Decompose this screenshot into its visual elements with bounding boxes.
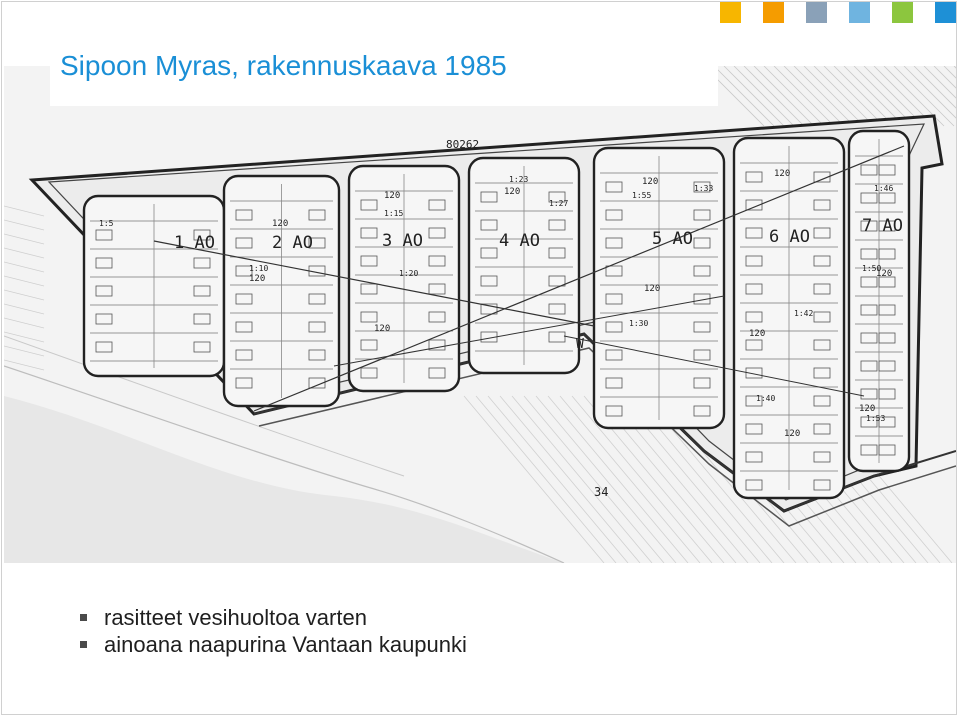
- zoning-map-image: 1 AO 2 AO 3 AO 4 AO 5 AO 6 AO 7 AO 80262 34 W 120 1…: [4, 66, 956, 563]
- accent-square: [849, 2, 870, 23]
- block-label: 6 AO: [769, 227, 810, 247]
- efficiency-ratio-label: 1:33: [694, 184, 713, 193]
- water-label: W: [576, 337, 584, 352]
- efficiency-ratio-label: 1:23: [509, 175, 528, 184]
- bullet-text: ainoana naapurina Vantaan kaupunki: [104, 632, 467, 657]
- accent-square: [763, 2, 784, 23]
- plot-area-label: 120: [644, 284, 660, 294]
- plot-area-label: 120: [384, 191, 400, 201]
- accent-squares: [720, 2, 956, 23]
- bullet-square-icon: [80, 614, 87, 621]
- efficiency-ratio-label: 1:55: [632, 191, 651, 200]
- block-label: 7 AO: [862, 216, 903, 236]
- accent-square: [806, 2, 827, 23]
- plot-area-label: 120: [749, 329, 765, 339]
- block-label: 2 AO: [272, 233, 313, 253]
- plot-area-label: 120: [784, 429, 800, 439]
- block-label: 5 AO: [652, 229, 693, 249]
- efficiency-ratio-label: 1:5: [99, 219, 114, 228]
- efficiency-ratio-label: 1:53: [866, 414, 885, 423]
- plot-area-label: 120: [642, 177, 658, 187]
- efficiency-ratio-label: 1:46: [874, 184, 893, 193]
- efficiency-ratio-label: 1:40: [756, 394, 775, 403]
- slide-title: Sipoon Myras, rakennuskaava 1985: [60, 50, 507, 81]
- bullet-item: rasitteet vesihuoltoa varten: [80, 604, 467, 631]
- efficiency-ratio-label: 1:15: [384, 209, 403, 218]
- zoning-map-drawing: 1 AO 2 AO 3 AO 4 AO 5 AO 6 AO7 AO8026234W1201…: [4, 66, 956, 563]
- accent-square: [720, 2, 741, 23]
- accent-square: [935, 2, 956, 23]
- bullet-square-icon: [80, 641, 87, 648]
- plot-area-label: 120: [272, 219, 288, 229]
- bullet-item: ainoana naapurina Vantaan kaupunki: [80, 631, 467, 658]
- efficiency-ratio-label: 1:50: [862, 264, 881, 273]
- block-label: 4 AO: [499, 231, 540, 251]
- bullet-list: rasitteet vesihuoltoa varten ainoana naa…: [80, 604, 467, 658]
- accent-square: [892, 2, 913, 23]
- elevation-label: 34: [594, 485, 608, 499]
- efficiency-ratio-label: 1:10: [249, 264, 268, 273]
- road-label: 80262: [446, 138, 479, 151]
- plot-area-label: 120: [504, 187, 520, 197]
- efficiency-ratio-label: 1:30: [629, 319, 648, 328]
- block-label: 1 AO: [174, 233, 215, 253]
- bullet-text: rasitteet vesihuoltoa varten: [104, 605, 367, 630]
- efficiency-ratio-label: 1:20: [399, 269, 418, 278]
- plot-area-label: 120: [374, 324, 390, 334]
- plot-area-label: 120: [859, 404, 875, 414]
- efficiency-ratio-label: 1:42: [794, 309, 813, 318]
- plot-area-label: 120: [249, 274, 265, 284]
- efficiency-ratio-label: 1:27: [549, 199, 568, 208]
- block-label: 3 AO: [382, 231, 423, 251]
- plot-area-label: 120: [774, 169, 790, 179]
